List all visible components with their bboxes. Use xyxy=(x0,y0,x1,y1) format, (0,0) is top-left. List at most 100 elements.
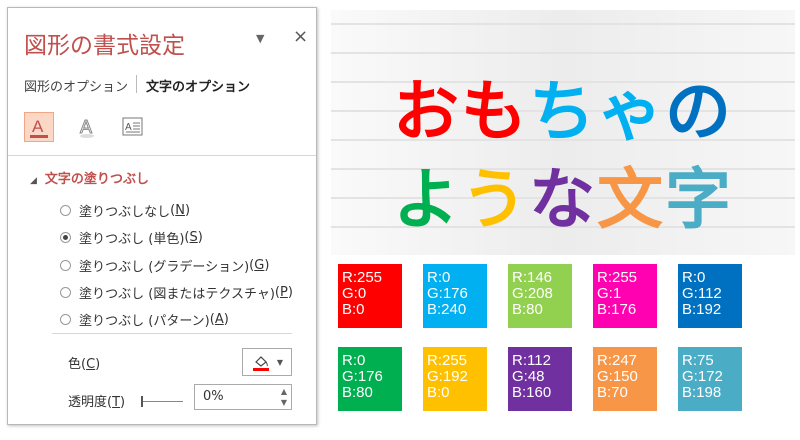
swatch-b-value: B:198 xyxy=(682,384,722,401)
radio-icon xyxy=(60,205,71,216)
banner-char: 字 xyxy=(665,161,733,238)
swatch-g-value: G:1 xyxy=(597,285,622,302)
swatch-g-value: G:0 xyxy=(342,285,367,302)
radio-checked-icon xyxy=(60,232,71,243)
rgb-swatch: R:0 G:176 B:80 xyxy=(338,347,402,411)
slider-track xyxy=(143,401,183,402)
tab-text-options[interactable]: 文字のオプション xyxy=(146,76,250,95)
banner-char: う xyxy=(461,161,529,238)
pane-divider xyxy=(8,155,316,156)
swatch-r-value: R:255 xyxy=(427,352,468,369)
chevron-down-icon: ▼ xyxy=(276,357,284,367)
swatch-r-value: R:0 xyxy=(427,269,451,286)
access-key: T xyxy=(112,395,121,410)
slider-thumb[interactable] xyxy=(141,396,143,407)
swatch-g-value: G:176 xyxy=(427,285,468,302)
access-key: G xyxy=(254,258,265,273)
text-effects-button[interactable]: A xyxy=(72,112,102,142)
radio-icon xyxy=(60,314,71,325)
close-icon[interactable]: × xyxy=(293,26,308,47)
swatch-r-value: R:255 xyxy=(597,269,638,286)
swatch-g-value: G:112 xyxy=(682,285,722,302)
banner-line-2: ような文字 xyxy=(331,146,795,242)
paint-bucket-icon xyxy=(252,356,269,371)
transparency-slider[interactable] xyxy=(141,395,183,407)
rgb-swatch: R:255 G:1 B:176 xyxy=(593,264,657,328)
swatch-r-value: R:0 xyxy=(682,269,706,286)
swatch-b-value: B:160 xyxy=(512,384,552,401)
banner-char: の xyxy=(665,73,733,150)
transparency-label-text: 透明度 xyxy=(68,395,108,410)
tab-shape-options[interactable]: 図形のオプション xyxy=(24,76,128,95)
rgb-swatch: R:146 G:208 B:80 xyxy=(508,264,572,328)
banner-line-1: おもちゃの xyxy=(331,58,795,154)
swatch-g-value: G:172 xyxy=(682,368,723,385)
radio-no-fill[interactable]: 塗りつぶしなし(N) xyxy=(60,201,190,220)
transparency-input[interactable]: 0% ▲ ▼ xyxy=(194,384,292,410)
text-effects-icon: A xyxy=(80,117,94,138)
banner-char: よ xyxy=(393,161,461,238)
collapse-triangle-icon: ◢ xyxy=(30,176,37,186)
swatch-r-value: R:0 xyxy=(342,352,366,369)
sample-text-banner: おもちゃの ような文字 xyxy=(331,10,795,255)
swatch-g-value: G:48 xyxy=(512,368,545,385)
swatch-b-value: B:80 xyxy=(512,301,543,318)
rgb-swatch: R:247 G:150 B:70 xyxy=(593,347,657,411)
radio-icon xyxy=(60,287,71,298)
rgb-swatch: R:255 G:192 B:0 xyxy=(423,347,487,411)
pane-title: 図形の書式設定 xyxy=(24,33,185,59)
swatch-b-value: B:192 xyxy=(682,301,722,318)
radio-solid-fill[interactable]: 塗りつぶし (単色)(S) xyxy=(60,228,203,247)
radio-label: 塗りつぶし (単色) xyxy=(79,232,185,247)
swatch-b-value: B:80 xyxy=(342,384,373,401)
font-color-picker-button[interactable]: ▼ xyxy=(242,348,292,376)
textbox-button[interactable]: A xyxy=(118,112,148,142)
transparency-label: 透明度(T) xyxy=(68,395,126,410)
spin-arrows-icon[interactable]: ▲ ▼ xyxy=(281,386,287,408)
banner-char: 文 xyxy=(597,161,665,238)
access-key: A xyxy=(214,312,224,327)
swatch-r-value: R:112 xyxy=(512,352,551,369)
radio-label: 塗りつぶし (グラデーション) xyxy=(79,260,250,275)
radio-pattern-fill[interactable]: 塗りつぶし (パターン)(A) xyxy=(60,310,229,329)
banner-char: な xyxy=(529,161,597,238)
radio-icon xyxy=(60,260,71,271)
swatch-r-value: R:255 xyxy=(342,269,383,286)
section-text-fill-label: 文字の塗りつぶし xyxy=(44,172,150,187)
transparency-value: 0% xyxy=(203,389,224,404)
rgb-swatch: R:112 G:48 B:160 xyxy=(508,347,572,411)
rgb-swatch: R:0 G:112 B:192 xyxy=(678,264,742,328)
radio-label: 塗りつぶし (パターン) xyxy=(79,314,210,329)
pane-divider xyxy=(52,333,292,334)
swatch-g-value: G:208 xyxy=(512,285,553,302)
color-label-text: 色 xyxy=(68,357,82,372)
text-fill-icon: A xyxy=(30,117,48,138)
textbox-icon: A xyxy=(122,117,143,136)
access-key: P xyxy=(279,285,288,300)
banner-char: も xyxy=(461,73,529,150)
rgb-swatch: R:75 G:172 B:198 xyxy=(678,347,742,411)
swatch-b-value: B:0 xyxy=(427,384,450,401)
radio-label: 塗りつぶしなし xyxy=(79,205,171,220)
section-text-fill[interactable]: ◢ 文字の塗りつぶし xyxy=(30,168,149,187)
text-fill-outline-button[interactable]: A xyxy=(24,112,54,142)
color-label: 色(C) xyxy=(68,357,101,372)
access-key: N xyxy=(175,203,185,218)
swatch-r-value: R:247 xyxy=(597,352,638,369)
rgb-swatch: R:0 G:176 B:240 xyxy=(423,264,487,328)
rgb-swatch: R:255 G:0 B:0 xyxy=(338,264,402,328)
swatch-b-value: B:70 xyxy=(597,384,628,401)
swatch-b-value: B:240 xyxy=(427,301,467,318)
pane-options-dropdown-icon[interactable]: ▼ xyxy=(256,32,264,45)
banner-char: ち xyxy=(529,73,597,150)
format-shape-pane: 図形の書式設定 ▼ × 図形のオプション 文字のオプション A A A ◢ 文字の… xyxy=(7,7,317,425)
access-key: C xyxy=(86,357,96,372)
svg-text:A: A xyxy=(32,117,44,136)
radio-picture-fill[interactable]: 塗りつぶし (図またはテクスチャ)(P) xyxy=(60,283,293,302)
svg-text:A: A xyxy=(125,122,132,133)
tab-divider xyxy=(136,75,137,93)
radio-gradient-fill[interactable]: 塗りつぶし (グラデーション)(G) xyxy=(60,256,269,275)
swatch-g-value: G:150 xyxy=(597,368,638,385)
swatch-r-value: R:75 xyxy=(682,352,714,369)
swatch-r-value: R:146 xyxy=(512,269,553,286)
